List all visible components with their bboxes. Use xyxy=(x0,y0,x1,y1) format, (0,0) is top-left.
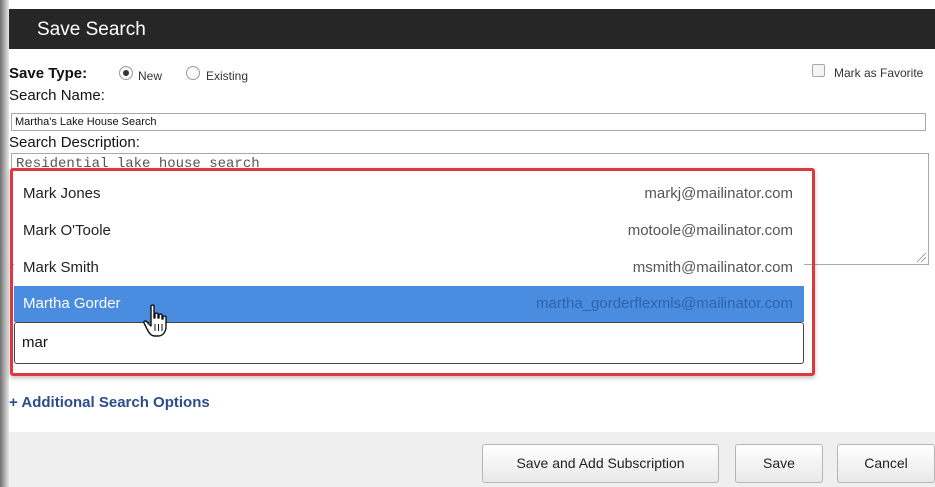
callout-highlight-border xyxy=(10,168,815,376)
search-name-label: Search Name: xyxy=(9,87,105,104)
resize-grip-icon[interactable] xyxy=(917,253,926,262)
save-button[interactable]: Save xyxy=(735,444,823,483)
hand-pointer-icon xyxy=(143,304,167,337)
search-description-label: Search Description: xyxy=(9,134,140,151)
favorite-checkbox[interactable] xyxy=(812,64,825,77)
save-search-dialog: Save Search Save Type: New Existing Mark… xyxy=(0,0,935,487)
search-name-input[interactable]: Martha's Lake House Search xyxy=(11,113,926,131)
additional-search-options-link[interactable]: + Additional Search Options xyxy=(9,394,210,411)
favorite-label[interactable]: Mark as Favorite xyxy=(834,66,923,80)
save-type-existing-radio[interactable] xyxy=(186,66,200,80)
dialog-title: Save Search xyxy=(37,19,146,40)
cancel-button[interactable]: Cancel xyxy=(837,444,935,483)
save-type-label: Save Type: xyxy=(9,65,88,82)
save-type-new-radio[interactable] xyxy=(119,66,133,80)
save-type-new-label[interactable]: New xyxy=(138,69,162,83)
save-and-add-subscription-button[interactable]: Save and Add Subscription xyxy=(482,444,719,483)
dialog-titlebar: Save Search xyxy=(9,9,935,49)
window-edge-shadow xyxy=(0,0,9,487)
save-type-existing-label[interactable]: Existing xyxy=(206,69,248,83)
